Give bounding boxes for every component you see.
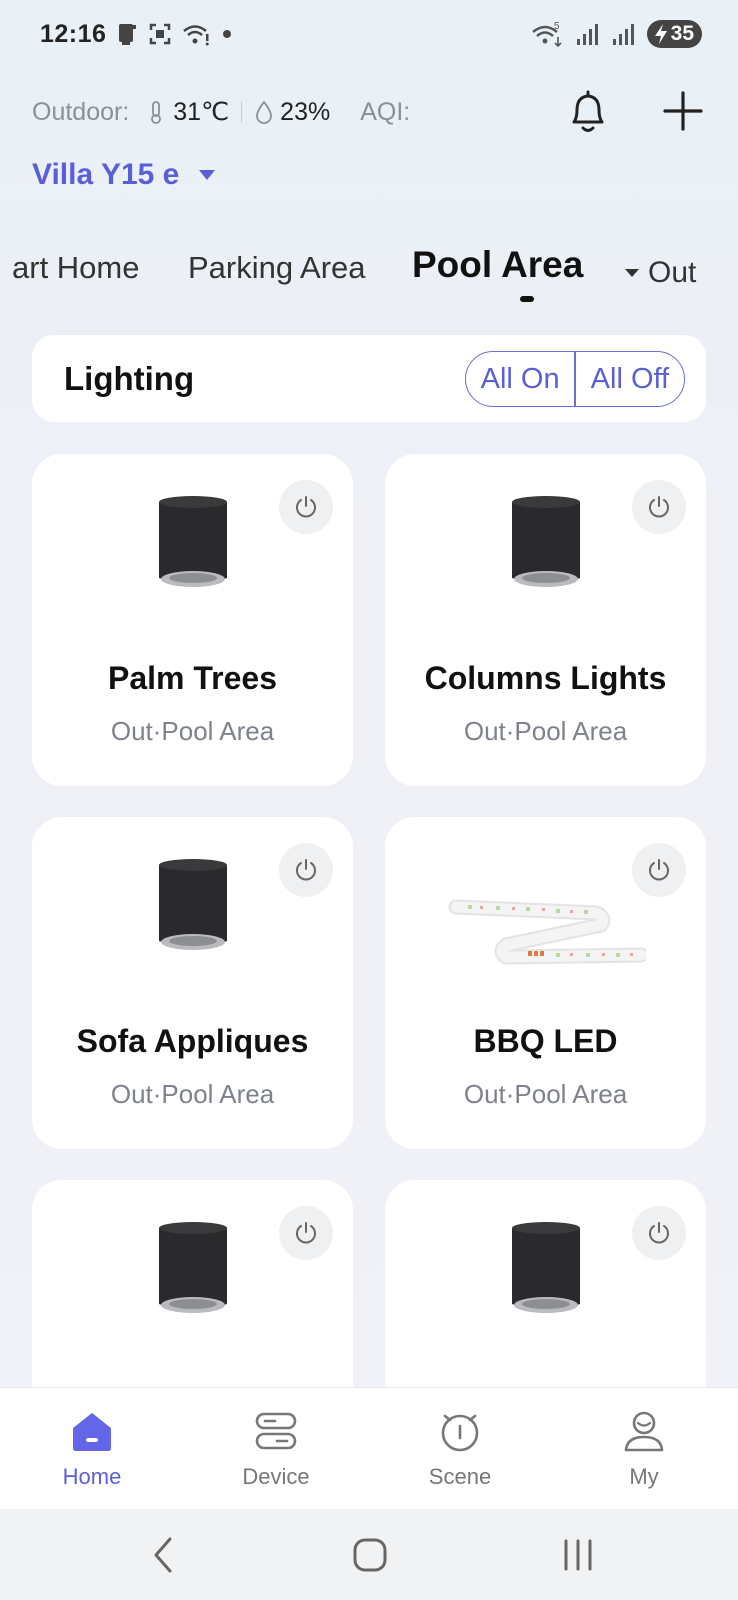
tab-out[interactable]: Out [624, 256, 696, 290]
home-selector[interactable]: Villa Y15 e [32, 158, 217, 192]
status-icons-left [116, 22, 234, 46]
status-bar: 12:16 5 35 [0, 0, 738, 70]
nav-label: Scene [428, 1464, 492, 1489]
device-name: Columns Lights [424, 660, 667, 696]
screenshot-icon [149, 23, 171, 45]
nav-my[interactable]: My [552, 1388, 736, 1510]
svg-text:5: 5 [554, 21, 560, 32]
tab-smart-home[interactable]: art Home [12, 250, 139, 286]
device-name: Sofa Appliques [76, 1023, 309, 1059]
device-card[interactable]: Columns Lights Out·Pool Area [385, 454, 706, 786]
recent-apps-icon[interactable] [558, 1535, 598, 1575]
active-tab-indicator [520, 296, 534, 302]
category-title: Lighting [64, 360, 195, 397]
nav-label: Home [62, 1464, 122, 1489]
nav-home[interactable]: Home [0, 1388, 184, 1510]
device-location: Out·Pool Area [463, 716, 628, 746]
downlight-icon [32, 494, 353, 604]
all-toggle-group: All On All Off [465, 351, 685, 407]
humidity-value: 23% [280, 97, 331, 126]
device-name: BBQ LED [473, 1023, 618, 1059]
tab-parking-area[interactable]: Parking Area [188, 250, 366, 286]
device-location: Out·Pool Area [110, 1079, 275, 1109]
device-card[interactable]: BBQ LED Out·Pool Area [385, 817, 706, 1149]
outdoor-label: Outdoor: [32, 97, 130, 126]
status-time: 12:16 [40, 20, 107, 48]
wifi-question-icon [183, 25, 209, 46]
downlight-icon [32, 1220, 353, 1330]
home-button-icon[interactable] [350, 1535, 390, 1575]
room-tabs: art Home Parking Area Pool Area Out [0, 230, 738, 310]
battery-level: 35 [670, 22, 694, 45]
caret-down-icon [625, 269, 639, 277]
plus-icon[interactable] [662, 90, 704, 132]
bottom-nav: Home Device Scene My [0, 1387, 738, 1509]
device-name: Palm Trees [108, 660, 277, 696]
device-card[interactable]: Sofa Appliques Out·Pool Area [32, 817, 353, 1149]
thermometer-icon [151, 101, 162, 124]
lighting-category-card: Lighting All On All Off [32, 335, 706, 422]
device-location: Out·Pool Area [463, 1079, 628, 1109]
wifi-5-icon: 5 [531, 21, 562, 48]
led-strip-icon [385, 857, 706, 967]
downlight-icon [385, 1220, 706, 1330]
scene-icon [441, 1414, 479, 1452]
dot-icon [223, 30, 231, 38]
aqi-label: AQI: [360, 97, 411, 126]
tab-out-label: Out [648, 256, 697, 289]
battery-charging-icon [654, 24, 667, 44]
nav-scene[interactable]: Scene [368, 1388, 552, 1510]
back-icon[interactable] [144, 1535, 184, 1575]
device-location: Out·Pool Area [110, 716, 275, 746]
device-card[interactable]: Palm Trees Out·Pool Area [32, 454, 353, 786]
notification-icon [119, 24, 136, 45]
nav-label: Device [242, 1464, 310, 1489]
weather-divider [241, 101, 243, 123]
device-icon [255, 1412, 297, 1450]
signal-icon [576, 24, 598, 45]
downlight-icon [32, 857, 353, 967]
home-name: Villa Y15 e [32, 158, 180, 191]
system-nav-bar [0, 1509, 738, 1600]
nav-device[interactable]: Device [184, 1388, 368, 1510]
caret-down-icon [199, 170, 216, 180]
signal-icon [612, 24, 634, 45]
nav-label: My [629, 1464, 659, 1489]
all-on-button[interactable]: All On [466, 352, 574, 406]
battery-indicator: 35 [646, 20, 702, 48]
weather-row: Outdoor: 31℃ 23% AQI: [32, 92, 410, 132]
temperature-value: 31℃ [173, 98, 230, 126]
profile-icon [624, 1411, 664, 1452]
tab-pool-area[interactable]: Pool Area [412, 244, 583, 286]
bell-icon[interactable] [566, 88, 610, 136]
downlight-icon [385, 494, 706, 604]
status-icons-right: 5 35 [531, 20, 702, 48]
droplet-icon [256, 100, 273, 124]
home-icon [73, 1413, 111, 1451]
all-off-button[interactable]: All Off [576, 352, 684, 406]
